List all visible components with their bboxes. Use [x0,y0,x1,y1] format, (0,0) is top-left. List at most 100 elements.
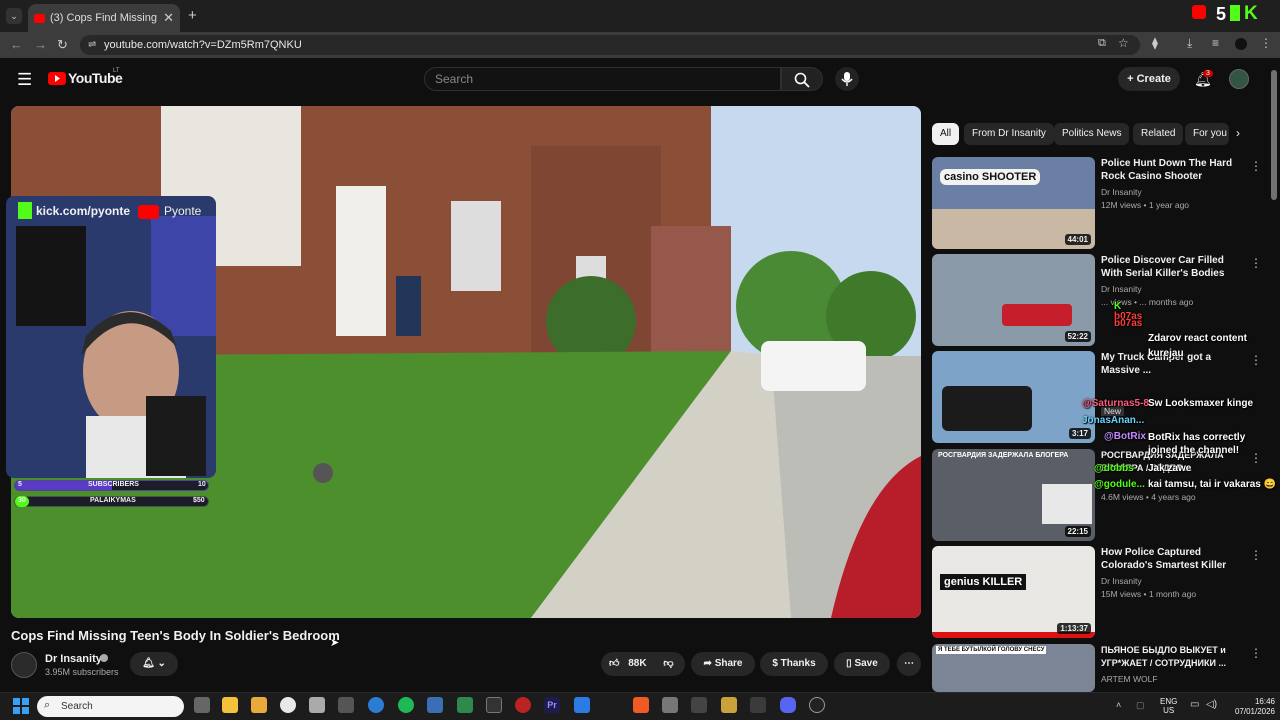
back-icon[interactable]: ← [10,37,23,52]
taskbar-app-icon[interactable] [662,697,678,713]
taskbar-app-icon[interactable] [486,697,502,713]
create-button[interactable]: + Create [1118,67,1180,91]
video-title[interactable]: How Police Captured Colorado's Smartest … [1101,546,1246,572]
windows-start-icon[interactable] [13,698,29,714]
channel-avatar[interactable] [11,652,37,678]
volume-icon[interactable]: ◁) [1206,699,1217,710]
obs-icon[interactable] [809,697,825,713]
more-options-icon[interactable]: ⋮ [1250,548,1262,562]
mouse-cursor-icon: ➤ [330,637,340,649]
taskbar-app-icon[interactable] [427,697,443,713]
search-button[interactable] [781,67,823,91]
channel-name[interactable]: Dr Insanity [45,653,102,665]
search-input[interactable]: Search [424,67,781,91]
brave-icon[interactable] [633,697,649,713]
taskbar-app-icon[interactable] [338,697,354,713]
taskbar-search-box[interactable]: Search [37,696,184,717]
bookmark-star-icon[interactable]: ☆ [1118,36,1129,50]
more-options-icon[interactable]: ⋮ [1250,256,1262,270]
spotify-icon[interactable] [398,697,414,713]
task-view-icon[interactable] [194,697,210,713]
thumbs-down-icon[interactable]: 👎︎ [663,658,673,669]
close-tab-icon[interactable]: ✕ [163,10,174,26]
account-avatar[interactable] [1229,69,1249,89]
tray-app-icon[interactable]: ▢ [1136,700,1145,711]
bell-icon: 🔔︎ [142,658,155,669]
more-options-icon[interactable]: ⋮ [1250,159,1262,173]
thanks-icon: $ [772,658,781,669]
taskbar-app-icon[interactable] [691,697,707,713]
video-thumbnail[interactable]: 3:17 [932,351,1095,443]
video-thumbnail[interactable]: РОСГВАРДИЯ ЗАДЕРЖАЛА БЛОГЕРА 22:15 [932,449,1095,541]
video-thumbnail[interactable]: casino SHOOTER 44:01 [932,157,1095,249]
taskbar-app-icon[interactable] [574,697,590,713]
browser-menu-icon[interactable]: ⋮ [1260,36,1272,50]
more-options-icon[interactable]: ⋮ [1250,646,1262,660]
channel-name[interactable]: Dr Insanity [1101,576,1142,586]
tray-chevron-icon[interactable]: ˄ [1116,700,1121,710]
channel-name[interactable]: ARTEM WOLF [1101,674,1158,684]
thanks-button[interactable]: $ Thanks [760,652,828,676]
recommendation-item[interactable]: 3:17 My Truck Camper got a Massive ... N… [932,351,1262,443]
save-label: Save [854,658,878,669]
video-thumbnail[interactable]: 52:22 [932,254,1095,346]
new-tab-icon[interactable]: + [188,7,197,24]
url-field[interactable]: youtube.com/watch?v=DZm5Rm7QNKU [80,35,1140,55]
youtube-favicon-icon [34,13,45,23]
recommendation-item[interactable]: Я ТЕБЕ БУТЫЛКОЙ ГОЛОВУ СНЕСУ ПЬЯНОЕ БЫДЛ… [932,644,1262,692]
video-thumbnail[interactable]: genius KILLER 1:13:37 [932,546,1095,638]
discord-icon[interactable] [780,697,796,713]
voice-search-button[interactable] [835,67,859,91]
taskbar-app-icon[interactable] [515,697,531,713]
profile-icon[interactable] [1235,38,1247,50]
extensions-icon[interactable]: ⧫ [1152,36,1158,50]
chip-from-channel[interactable]: From Dr Insanity [964,123,1054,145]
taskbar-app-icon[interactable] [721,697,737,713]
like-count[interactable]: 88K [628,658,646,669]
browser-tab[interactable]: (3) Cops Find Missing Teen's Bo ✕ [28,4,180,32]
video-title[interactable]: Police Discover Car Filled With Serial K… [1101,254,1246,280]
forward-icon[interactable]: → [34,37,47,52]
share-button[interactable]: ➦ Share [691,652,755,676]
taskbar-app-icon[interactable] [251,697,267,713]
channel-name[interactable]: Dr Insanity [1101,284,1142,294]
recommendation-item[interactable]: genius KILLER 1:13:37 How Police Capture… [932,546,1262,638]
channel-name[interactable]: Dr Insanity [1101,187,1142,197]
page-scrollbar[interactable] [1271,70,1277,200]
clock[interactable]: 16:46 07/01/2026 [1225,697,1275,717]
chip-for-you[interactable]: For you [1185,123,1229,145]
edge-icon[interactable] [368,697,384,713]
subscribed-bell-button[interactable]: 🔔︎ ⌄ [130,652,178,676]
save-button[interactable]: ▯ Save [834,652,890,676]
install-icon[interactable]: ⧉ [1098,37,1106,50]
site-info-icon[interactable]: ⇌ [88,39,96,50]
youtube-extension-icon[interactable] [1192,5,1206,19]
chip-politics-news[interactable]: Politics News [1054,123,1130,145]
download-icon[interactable]: ⤓ [1187,36,1192,51]
chip-all[interactable]: All [932,123,960,145]
recommendation-item[interactable]: casino SHOOTER 44:01 Police Hunt Down Th… [932,157,1262,249]
chip-related[interactable]: Related [1133,123,1184,145]
thumbs-up-icon[interactable]: 👍︎ [609,658,619,669]
input-language[interactable]: ENG US [1160,697,1177,715]
chat-message: Jak zawe [1148,463,1192,474]
video-title[interactable]: Police Hunt Down The Hard Rock Casino Sh… [1101,157,1246,183]
network-icon[interactable]: ▭ [1190,699,1199,710]
video-thumbnail[interactable]: Я ТЕБЕ БУТЫЛКОЙ ГОЛОВУ СНЕСУ [932,644,1095,692]
video-title[interactable]: ПЬЯНОЕ БЫДЛО ВЫКУЕТ и УГР*ЖАЕТ / СОТРУДН… [1101,644,1246,670]
taskbar-app-icon[interactable] [750,697,766,713]
file-explorer-icon[interactable] [222,697,238,713]
chevron-down-icon: ⌄ [157,658,166,669]
reload-icon[interactable]: ↻ [57,37,68,53]
hamburger-menu-icon[interactable]: ☰ [17,70,32,90]
chrome-icon[interactable] [280,697,296,713]
chevron-right-icon[interactable]: › [1236,126,1240,140]
more-actions-icon[interactable]: ⋯ [897,652,921,676]
snipping-tool-icon[interactable] [309,697,325,713]
youtube-logo-icon[interactable] [48,72,66,85]
taskbar-app-icon[interactable] [457,697,473,713]
media-icon[interactable]: ≡ [1212,36,1219,50]
premiere-pro-icon[interactable]: Pr [544,697,560,713]
more-options-icon[interactable]: ⋮ [1250,353,1262,367]
tab-search-icon[interactable]: ⌄ [6,8,22,24]
